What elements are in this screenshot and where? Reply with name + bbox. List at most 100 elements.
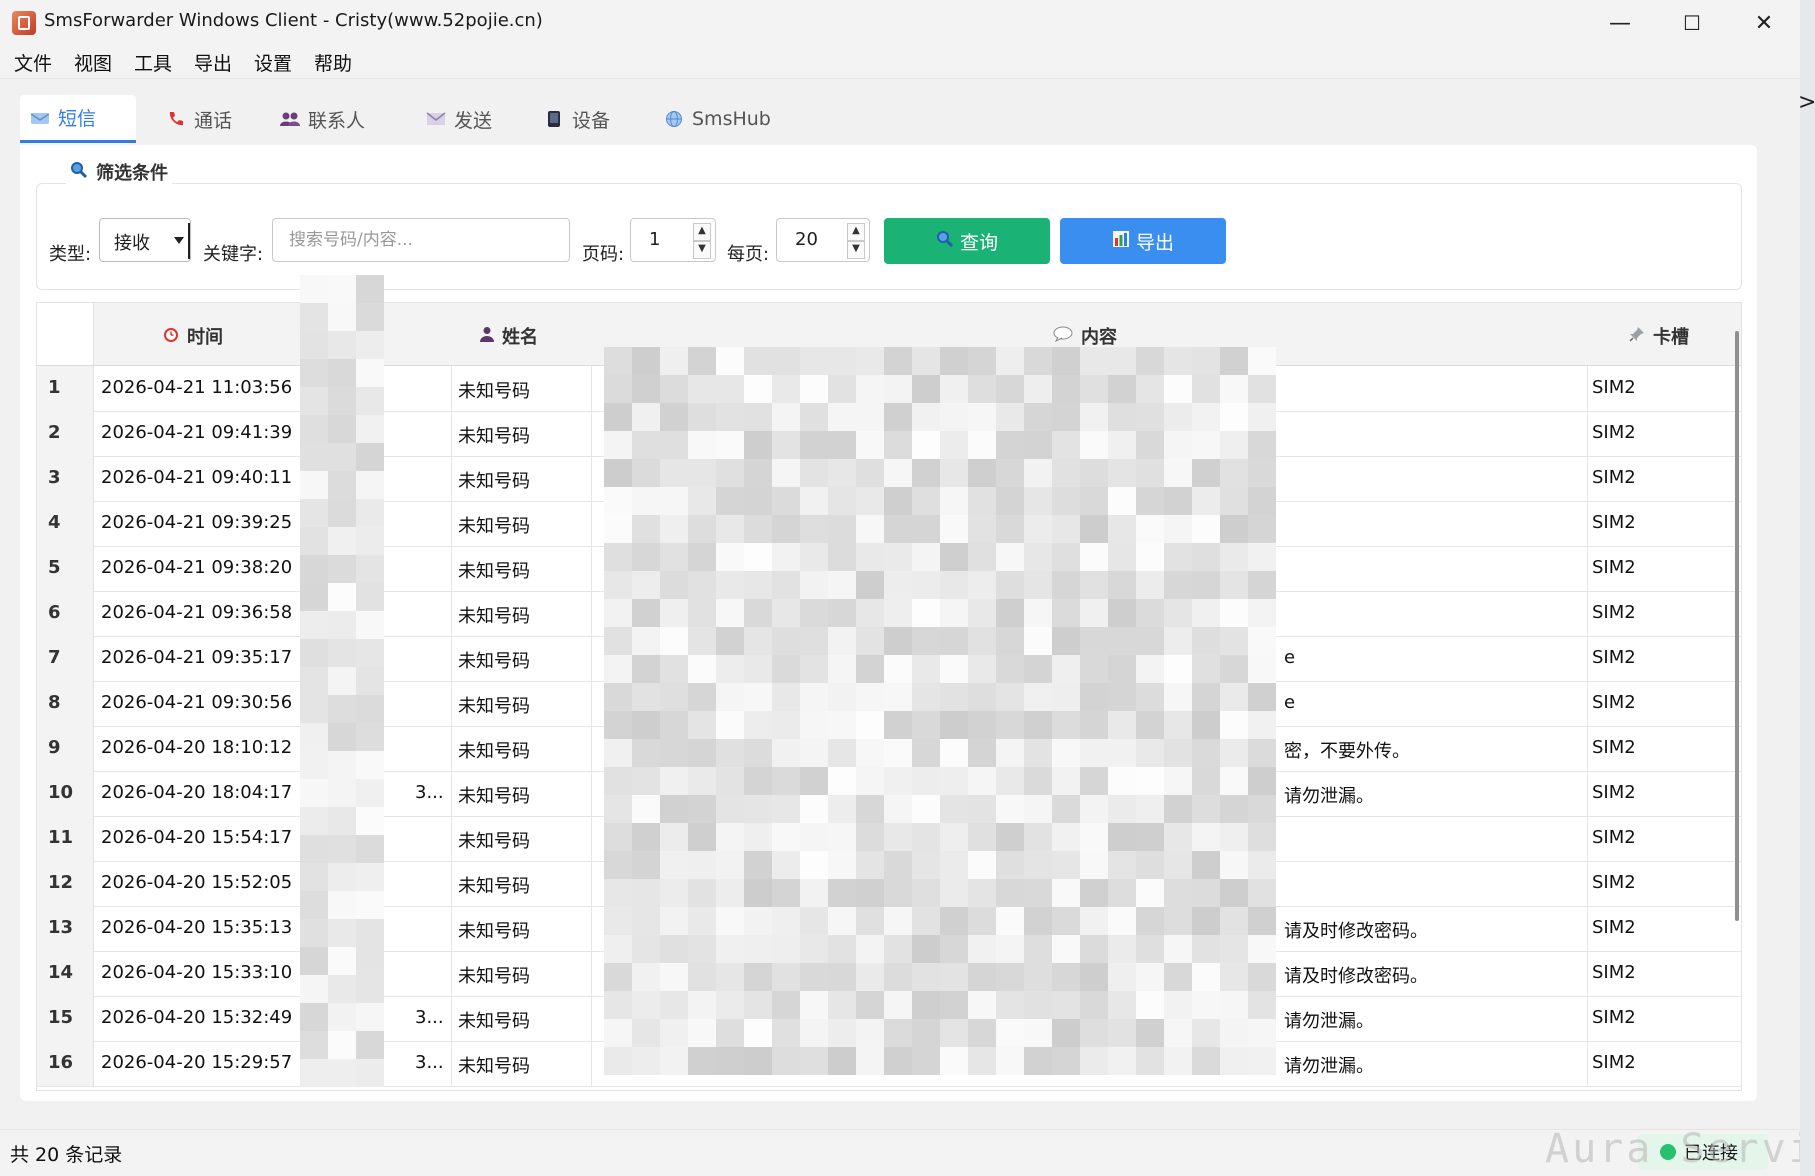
- mail-icon: [426, 109, 446, 129]
- export-button[interactable]: 导出: [1060, 218, 1226, 264]
- slot-cell: SIM2: [1592, 872, 1636, 893]
- time-cell: 2026-04-20 15:54:17: [101, 827, 293, 848]
- tab-smshub-label: SmsHub: [692, 108, 771, 130]
- tab-device[interactable]: 设备: [534, 95, 634, 143]
- row-index-cell: 4: [37, 501, 94, 546]
- type-select-value: 接收: [114, 233, 150, 254]
- tab-contacts-label: 联系人: [308, 109, 366, 132]
- table-row[interactable]: 1 2026-04-21 11:03:56 1 未知号码 【 SIM2: [37, 366, 1741, 412]
- row-index: 6: [48, 602, 61, 623]
- menu-export[interactable]: 导出: [194, 49, 232, 76]
- tab-device-label: 设备: [572, 109, 611, 132]
- row-index: 3: [48, 467, 61, 488]
- table-row[interactable]: 14 2026-04-20 15:33:10 1 未知号码 【 请及时修改密码。 SIM2: [37, 951, 1741, 997]
- table-row[interactable]: 10 2026-04-20 18:04:17 1 3... 未知号码 【 请勿泄漏。 SIM2: [37, 771, 1741, 817]
- table-row[interactable]: 5 2026-04-21 09:38:20 1 未知号码 【 SIM2: [37, 546, 1741, 592]
- tab-smshub[interactable]: SmsHub: [654, 95, 784, 143]
- content-cell: 【: [597, 966, 615, 987]
- menu-help[interactable]: 帮助: [314, 49, 352, 76]
- tab-calls[interactable]: 通话: [156, 95, 256, 143]
- table-row[interactable]: 3 2026-04-21 09:40:11 1 未知号码 【 SIM2: [37, 456, 1741, 502]
- table-row[interactable]: 6 2026-04-21 09:36:58 1 未知号码 【 SIM2: [37, 591, 1741, 637]
- number-cell: 1: [306, 782, 318, 803]
- title-bar[interactable]: SmsForwarder Windows Client - Cristy(www…: [0, 0, 1800, 46]
- row-index: 14: [48, 962, 74, 983]
- number-cell: 1: [306, 962, 318, 983]
- table-row[interactable]: 9 2026-04-20 18:10:12 1 未知号码 【 密，不要外传。 SIM2: [37, 726, 1741, 772]
- close-button[interactable]: ✕: [1728, 0, 1800, 46]
- page-stepper[interactable]: 1 ▲ ▼: [630, 218, 716, 262]
- row-index-cell: 9: [37, 726, 94, 771]
- table-row[interactable]: 15 2026-04-20 15:32:49 1 3... 未知号码 【 请勿泄漏。 SIM2: [37, 996, 1741, 1042]
- number-cell-tail: 3...: [415, 782, 444, 803]
- column-content[interactable]: 内容: [1053, 323, 1117, 349]
- keyword-input[interactable]: [273, 219, 569, 261]
- time-cell: 2026-04-21 11:03:56: [101, 377, 293, 398]
- row-index-cell: 7: [37, 636, 94, 681]
- per-page-stepper[interactable]: 20 ▲ ▼: [776, 218, 870, 262]
- minimize-button[interactable]: —: [1584, 0, 1656, 46]
- vertical-scrollbar[interactable]: [1735, 331, 1739, 921]
- content-cell: 【: [597, 786, 615, 807]
- pin-icon: [1629, 326, 1645, 347]
- column-slot[interactable]: 卡槽: [1629, 323, 1689, 349]
- content-cell: 【: [597, 696, 615, 717]
- row-index: 9: [48, 737, 61, 758]
- keyword-field[interactable]: [272, 218, 570, 262]
- menu-file[interactable]: 文件: [14, 49, 52, 76]
- column-time[interactable]: 时间: [163, 323, 223, 349]
- table-row[interactable]: 8 2026-04-21 09:30:56 1 未知号码 【 e SIM2: [37, 681, 1741, 727]
- slot-cell: SIM2: [1592, 1007, 1636, 1028]
- table-row[interactable]: 4 2026-04-21 09:39:25 1 未知号码 【 SIM2: [37, 501, 1741, 547]
- increment-button[interactable]: ▲: [693, 223, 711, 241]
- query-button[interactable]: 查询: [884, 218, 1050, 264]
- table-row[interactable]: 11 2026-04-20 15:54:17 1 未知号码 【 SIM2: [37, 816, 1741, 862]
- table-row[interactable]: 7 2026-04-21 09:35:17 1 未知号码 【 e SIM2: [37, 636, 1741, 682]
- table-row[interactable]: 12 2026-04-20 15:52:05 1 未知号码 【 SIM2: [37, 861, 1741, 907]
- table-row[interactable]: 13 2026-04-20 15:35:13 1 未知号码 【 请及时修改密码。 SIM2: [37, 906, 1741, 952]
- row-index-cell: 6: [37, 591, 94, 636]
- content-cell-tail: 请及时修改密码。: [1284, 966, 1428, 987]
- row-index-cell: 14: [37, 951, 94, 996]
- row-index: 16: [48, 1052, 74, 1073]
- menu-view[interactable]: 视图: [74, 49, 112, 76]
- maximize-button[interactable]: ☐: [1656, 0, 1728, 46]
- table-row[interactable]: 2 2026-04-21 09:41:39 1 未知号码 【 SIM2: [37, 411, 1741, 457]
- tab-bar: 短信 通话 联系人 发送 设备 SmsHub: [20, 95, 1760, 145]
- status-bar: 共 20 条记录 已连接: [0, 1129, 1800, 1176]
- name-cell: 未知号码: [458, 786, 530, 807]
- content-cell: 【: [597, 471, 615, 492]
- content-cell: 【: [597, 606, 615, 627]
- query-button-label: 查询: [959, 231, 998, 254]
- content-cell-tail: 请勿泄漏。: [1284, 1011, 1374, 1032]
- number-cell-tail: 3...: [415, 1007, 444, 1028]
- content-cell: 【: [597, 426, 615, 447]
- content-cell-tail: e: [1284, 647, 1296, 668]
- tab-send[interactable]: 发送: [416, 95, 516, 143]
- row-index-cell: 15: [37, 996, 94, 1041]
- table-row[interactable]: 16 2026-04-20 15:29:57 1 3... 未知号码 【 请勿泄漏。 SIM2: [37, 1041, 1741, 1087]
- menu-tools[interactable]: 工具: [134, 49, 172, 76]
- increment-button[interactable]: ▲: [847, 223, 865, 241]
- row-index-cell: 5: [37, 546, 94, 591]
- column-name[interactable]: 姓名: [480, 323, 538, 349]
- decrement-button[interactable]: ▼: [693, 241, 711, 259]
- number-cell-tail: 3...: [415, 1052, 444, 1073]
- main-content: 短信 通话 联系人 发送 设备 SmsHub 筛选条件 类型: 接收 关键字: …: [0, 79, 1800, 1129]
- name-cell: 未知号码: [458, 1056, 530, 1077]
- type-select[interactable]: 接收: [99, 218, 191, 262]
- slot-cell: SIM2: [1592, 782, 1636, 803]
- slot-cell: SIM2: [1592, 557, 1636, 578]
- row-index: 5: [48, 557, 61, 578]
- tab-sms[interactable]: 短信: [20, 95, 136, 143]
- name-cell: 未知号码: [458, 921, 530, 942]
- record-count: 共 20 条记录: [10, 1144, 123, 1166]
- app-logo-icon: [12, 11, 36, 35]
- decrement-button[interactable]: ▼: [847, 241, 865, 259]
- menu-settings[interactable]: 设置: [254, 49, 292, 76]
- tab-calls-label: 通话: [194, 109, 233, 132]
- column-name-label: 姓名: [502, 327, 538, 348]
- slot-cell: SIM2: [1592, 512, 1636, 533]
- tab-contacts[interactable]: 联系人: [270, 95, 400, 143]
- watermark: Aura Service: [1545, 1126, 1800, 1172]
